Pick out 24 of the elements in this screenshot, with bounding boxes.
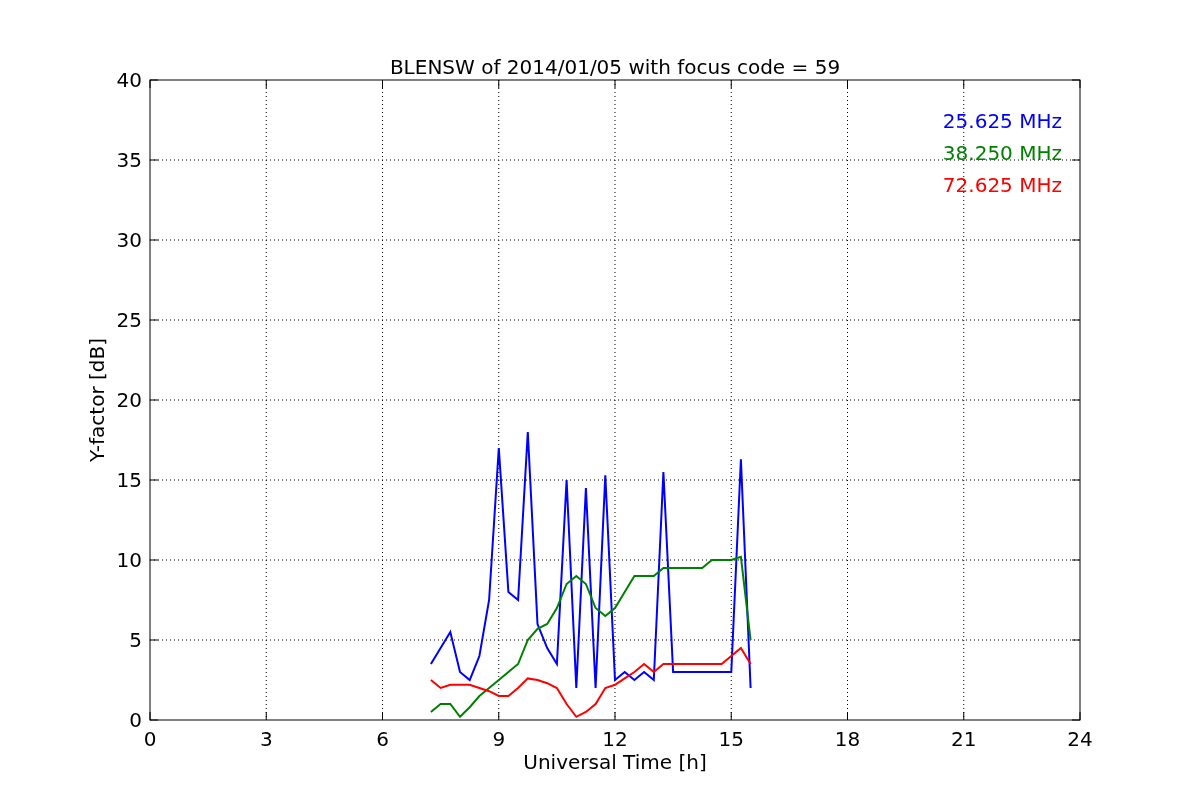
y-tick-label: 10 (116, 548, 142, 572)
x-axis-label: Universal Time [h] (523, 750, 707, 774)
x-tick-label: 12 (602, 727, 628, 751)
x-tick-label: 24 (1067, 727, 1093, 751)
x-tick-label: 0 (143, 727, 157, 751)
y-tick-label: 40 (116, 68, 142, 92)
x-tick-label: 15 (718, 727, 744, 751)
y-axis-label: Y-factor [dB] (85, 338, 109, 462)
y-tick-label: 0 (129, 708, 142, 732)
x-tick-label: 18 (834, 727, 861, 751)
chart-title: BLENSW of 2014/01/05 with focus code = 59 (389, 55, 841, 79)
y-tick-label: 25 (116, 308, 142, 332)
x-tick-label: 9 (492, 727, 506, 751)
x-tick-label: 6 (376, 727, 389, 751)
y-tick-label: 30 (116, 228, 142, 252)
y-tick-label: 5 (129, 628, 142, 652)
legend-label: 72.625 MHz (942, 173, 1062, 197)
legend-label: 25.625 MHz (942, 109, 1062, 133)
x-tick-label: 3 (259, 727, 273, 751)
y-tick-label: 20 (116, 388, 142, 412)
y-tick-label: 15 (116, 468, 142, 492)
legend-label: 38.250 MHz (942, 141, 1062, 165)
x-tick-label: 21 (951, 727, 977, 751)
y-tick-label: 35 (116, 148, 142, 172)
